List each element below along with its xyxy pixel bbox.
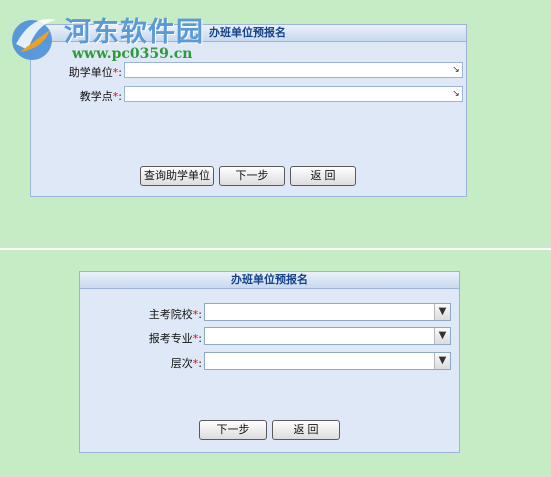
watermark-logo-icon [12, 19, 56, 60]
chevron-down-icon[interactable]: ↘ [450, 87, 462, 101]
chevron-down-icon[interactable]: ↘ [450, 63, 462, 77]
chevron-down-icon[interactable]: ▼ [434, 353, 450, 369]
chevron-down-icon[interactable]: ▼ [434, 304, 450, 320]
form2-university-select[interactable]: ▼ [204, 303, 451, 321]
form2-title: 办班单位预报名 [231, 273, 308, 286]
form1-school-combo[interactable]: ↘ [124, 62, 463, 78]
form2-next-button[interactable]: 下一步 [199, 420, 267, 440]
form2-level-select[interactable]: ▼ [204, 352, 451, 370]
form1-label-teaching-point: 教学点*: [79, 90, 122, 103]
query-school-button[interactable]: 查询助学单位 [140, 166, 214, 186]
form1-title: 办班单位预报名 [209, 26, 286, 39]
form2-label-university: 主考院校*: [148, 308, 202, 321]
form2-major-select[interactable]: ▼ [204, 327, 451, 345]
form2-label-major: 报考专业*: [148, 332, 202, 345]
section-divider [0, 248, 551, 250]
watermark-title: 河东软件园 [64, 17, 204, 48]
form2-back-button[interactable]: 返 回 [272, 420, 340, 440]
watermark-url: www.pc0359.cn [72, 46, 193, 62]
form2-label-level: 层次*: [170, 357, 202, 370]
chevron-down-icon[interactable]: ▼ [434, 328, 450, 344]
form1-label-school: 助学单位*: [68, 66, 122, 79]
form1-teaching-point-combo[interactable]: ↘ [124, 86, 463, 102]
form1-back-button[interactable]: 返 回 [290, 166, 356, 186]
form2-header: 办班单位预报名 [80, 272, 459, 289]
form1-next-button[interactable]: 下一步 [219, 166, 285, 186]
